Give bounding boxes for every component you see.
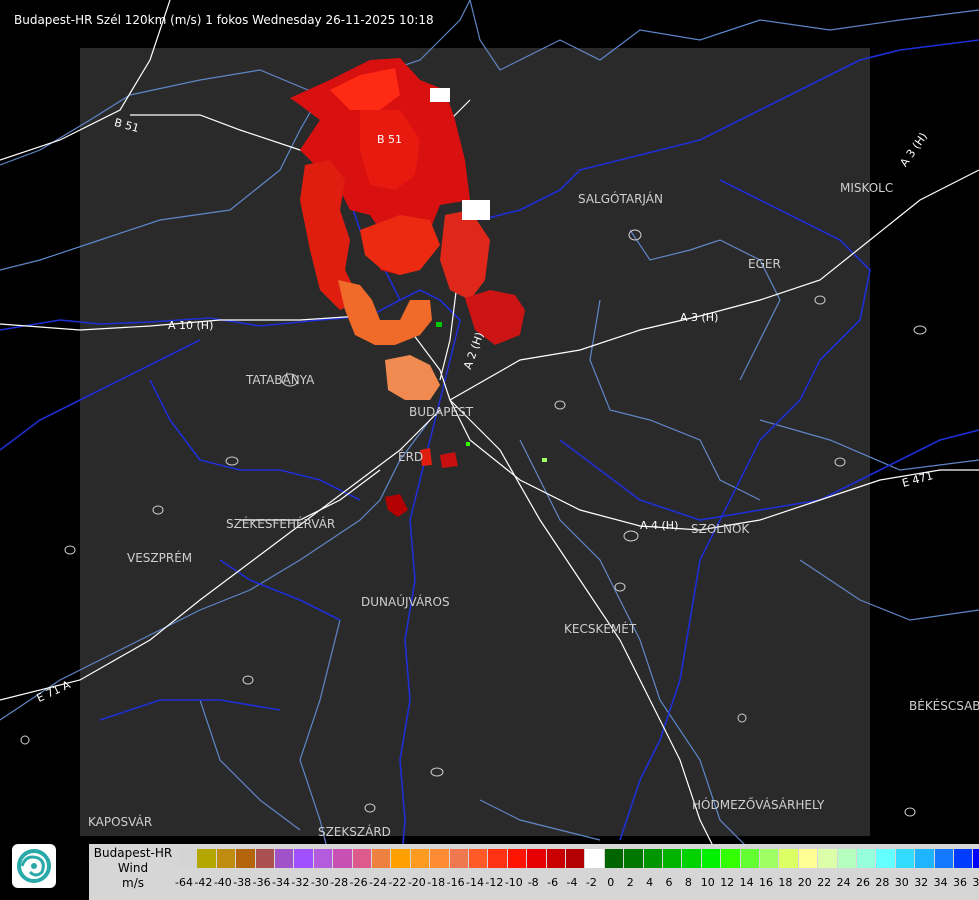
legend-swatch — [313, 849, 333, 868]
city-label-dunaujvaros: DUNAÚJVÁROS — [361, 595, 450, 609]
road-label-a10: A 10 (H) — [168, 319, 214, 332]
legend-swatch — [469, 849, 488, 868]
legend-swatch — [216, 849, 236, 868]
city-label-miskolc: MISKOLC — [840, 181, 894, 195]
legend-swatch — [566, 849, 585, 868]
legend-swatch — [663, 849, 682, 868]
legend-swatch — [197, 849, 216, 868]
city-label-hodmezovasarhely: HÓDMEZŐVÁSÁRHELY — [692, 798, 825, 812]
legend-swatch — [818, 849, 837, 868]
legend-swatch — [779, 849, 798, 868]
road-label-a4: A 4 (H) — [640, 519, 679, 532]
legend-swatch — [915, 849, 934, 868]
legend-swatch — [488, 849, 507, 868]
legend-swatch — [449, 849, 468, 868]
legend-swatch — [682, 849, 701, 868]
legend-swatch — [275, 849, 294, 868]
legend-swatch — [333, 849, 352, 868]
observatory-swirl-icon — [17, 849, 51, 883]
legend-swatch — [585, 849, 604, 868]
legend-swatch — [740, 849, 759, 868]
page-title: Budapest-HR Szél 120km (m/s) 1 fokos Wed… — [14, 13, 434, 27]
legend-swatch — [236, 849, 255, 868]
city-label-kecskemet: KECSKEMÉT — [564, 622, 637, 636]
legend-swatch — [178, 849, 197, 868]
map-canvas — [0, 0, 979, 881]
city-label-bekescsaba: BÉKÉSCSABA — [909, 699, 979, 713]
legend-swatch — [798, 849, 818, 868]
river-lines — [0, 39, 979, 881]
legend-swatch — [294, 849, 313, 868]
legend-swatch — [934, 849, 953, 868]
legend-swatch — [760, 849, 779, 868]
city-label-szekszard: SZEKSZÁRD — [318, 825, 391, 839]
legend-swatch — [954, 849, 973, 868]
legend-swatch — [643, 849, 662, 868]
legend-swatch — [410, 849, 430, 868]
legend-swatch — [352, 849, 371, 868]
color-legend: Budapest-HR Wind m/s -64 -42 -40 -38 -36 -34-… — [89, 844, 979, 900]
legend-swatch — [624, 849, 643, 868]
observatory-logo — [12, 844, 56, 888]
legend-title-quantity: Wind — [117, 861, 149, 875]
legend-title: Budapest-HR Wind m/s — [89, 846, 177, 891]
legend-swatch — [895, 849, 915, 868]
city-label-tatabanya: TATABÁNYA — [246, 373, 315, 387]
city-label-eger: EGER — [748, 257, 781, 271]
legend-swatch — [527, 849, 546, 868]
legend-swatch — [430, 849, 449, 868]
city-label-budapest: BUDAPEST — [409, 405, 474, 419]
legend-swatch — [391, 849, 410, 868]
city-label-erd: ÉRD — [398, 450, 424, 464]
city-label-kaposvar: KAPOSVÁR — [88, 815, 153, 829]
legend-swatch — [721, 849, 740, 868]
legend-swatch — [701, 849, 721, 868]
legend-swatch — [507, 849, 527, 868]
radar-echoes — [290, 58, 547, 517]
city-label-szekesfehervar: SZÉKESFEHÉRVÁR — [226, 517, 336, 531]
legend-swatch — [876, 849, 895, 868]
legend-title-unit: m/s — [122, 876, 144, 890]
legend-tick-label: 38 — [972, 876, 979, 889]
legend-swatch — [857, 849, 876, 868]
legend-title-radar: Budapest-HR — [93, 846, 173, 860]
road-label-a3: A 3 (H) — [680, 311, 719, 324]
city-label-salgotarjan: SALGÓTARJÁN — [578, 192, 663, 206]
road-label-b51: B 51 — [377, 133, 403, 146]
city-label-szolnok: SZOLNOK — [691, 522, 750, 536]
legend-swatch — [255, 849, 274, 868]
border-lines — [0, 0, 979, 861]
legend-swatch — [837, 849, 856, 868]
legend-swatch — [546, 849, 565, 868]
city-label-veszprem: VESZPRÉM — [127, 551, 193, 565]
road-lines — [0, 0, 979, 861]
legend-swatch — [604, 849, 624, 868]
legend-swatch — [372, 849, 391, 868]
legend-swatch — [973, 849, 979, 868]
